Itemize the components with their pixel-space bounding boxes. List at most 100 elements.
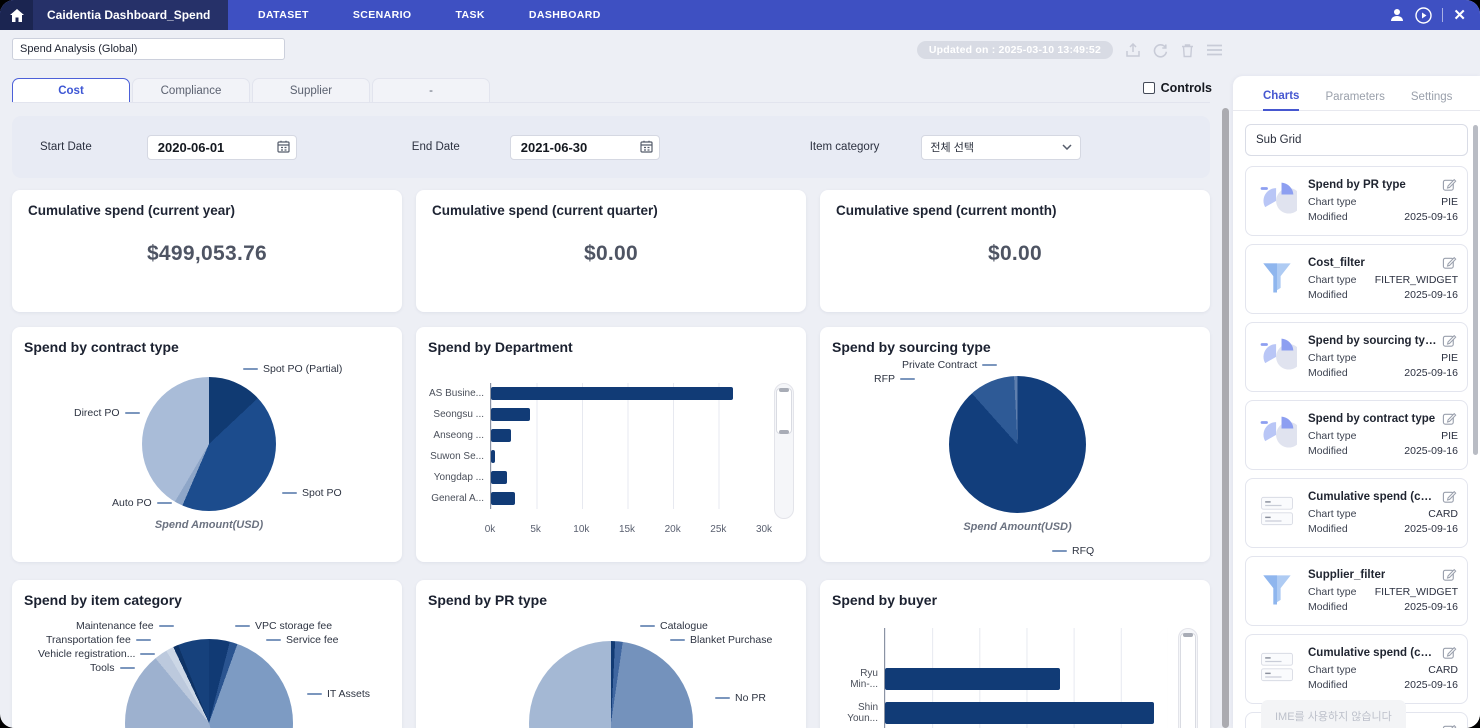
bar-chart-buyer[interactable]: Ryu Min-...Shin Youn... (832, 612, 1198, 728)
leader-line (243, 368, 258, 370)
sidebar-tab-parameters[interactable]: Parameters (1325, 91, 1384, 110)
leader-line (307, 693, 322, 695)
pie-chart-sourcing-type[interactable]: RFQRFPPrivate ContractSpend Amount(USD) (832, 359, 1198, 559)
chart-item-title: Supplier_filter (1308, 569, 1385, 581)
nav-item-dashboard[interactable]: DASHBOARD (515, 9, 615, 21)
chart-type-value: FILTER_WIDGET (1375, 273, 1458, 288)
x-axis-tick: 15k (619, 524, 635, 535)
pie-chart-item-category[interactable]: VPC storage feeService feeIT AssetsTools… (24, 612, 390, 728)
leader-line (640, 625, 655, 627)
chart-title: Spend by PR type (428, 592, 794, 608)
play-icon[interactable] (1415, 7, 1432, 24)
zoom-slider[interactable] (1178, 628, 1198, 728)
edit-icon[interactable] (1442, 411, 1458, 426)
menu-icon[interactable] (1207, 44, 1222, 56)
chart-card-sourcing-type: Spend by sourcing type RFQRFPPrivate Con… (820, 327, 1210, 562)
chart-list-item[interactable]: Cumulative spend (current ...Chart typeC… (1245, 634, 1468, 704)
x-axis-tick: 20k (665, 524, 681, 535)
x-axis-tick: 25k (710, 524, 726, 535)
delete-icon[interactable] (1181, 43, 1194, 58)
bar-plot-area (490, 383, 764, 509)
chart-item-title: Cumulative spend (current ... (1308, 491, 1438, 503)
nav-item-task[interactable]: TASK (441, 9, 498, 21)
chart-list-item[interactable]: Cumulative spend (current ...Chart typeC… (1245, 478, 1468, 548)
edit-icon[interactable] (1442, 177, 1458, 192)
bar-category-label (832, 628, 884, 662)
chart-list-item[interactable]: Spend by sourcing typeChart typePIEModif… (1245, 322, 1468, 392)
divider (1442, 8, 1443, 22)
chart-list-item[interactable]: Spend by PR typeChart typePIEModified202… (1245, 166, 1468, 236)
sidebar-tab-settings[interactable]: Settings (1411, 91, 1453, 110)
chart-list-item[interactable]: Cost_filterChart typeFILTER_WIDGETModifi… (1245, 244, 1468, 314)
edit-icon[interactable] (1442, 333, 1458, 348)
chart-list-item[interactable]: Spend by contract typeChart typePIEModif… (1245, 400, 1468, 470)
bar[interactable] (491, 471, 507, 484)
pie-chart-pr-type[interactable]: CatalogueBlanket PurchaseNo PR (428, 612, 794, 728)
tab-supplier[interactable]: Supplier (252, 78, 370, 102)
chart-item-title: Cumulative spend (current ... (1308, 647, 1438, 659)
slider-handle[interactable] (779, 430, 789, 434)
slider-handle[interactable] (1183, 633, 1193, 637)
chart-list-item[interactable]: Supplier_filterChart typeFILTER_WIDGETMo… (1245, 556, 1468, 626)
nav-menu: DATASET SCENARIO TASK DASHBOARD (228, 0, 615, 30)
chart-item-body: Spend by PR typeChart typePIEModified202… (1308, 177, 1458, 225)
leader-line (120, 667, 135, 669)
bar[interactable] (491, 387, 733, 400)
pie-chart-contract-type[interactable]: Spot PO (Partial)Spot POAuto PODirect PO… (24, 359, 390, 559)
zoom-slider-thumb[interactable] (1180, 633, 1196, 728)
sidebar-tab-charts[interactable]: Charts (1263, 90, 1299, 111)
sidebar-scrollbar[interactable] (1473, 125, 1478, 455)
edit-icon[interactable] (1442, 645, 1458, 660)
item-category-select[interactable]: 전체 선택 (921, 135, 1081, 160)
tab-cost[interactable]: Cost (12, 78, 130, 102)
home-icon (10, 9, 24, 22)
zoom-slider[interactable] (774, 383, 794, 519)
bar[interactable] (885, 702, 1154, 724)
close-icon[interactable]: ✕ (1453, 8, 1466, 23)
bar[interactable] (491, 429, 511, 442)
leader-line (235, 625, 250, 627)
slider-handle[interactable] (779, 388, 789, 392)
axis-caption: Spend Amount(USD) (109, 519, 309, 531)
edit-icon[interactable] (1442, 723, 1458, 728)
main-scrollbar[interactable] (1222, 108, 1229, 728)
controls-toggle[interactable]: Controls (1143, 81, 1212, 95)
calendar-icon[interactable] (640, 140, 653, 153)
chart-type-value: CARD (1428, 507, 1458, 522)
bar[interactable] (885, 668, 1060, 690)
tab-compliance[interactable]: Compliance (132, 78, 250, 102)
end-date-input[interactable] (510, 135, 660, 160)
user-icon[interactable] (1389, 7, 1405, 23)
leader-line (670, 639, 685, 641)
pie-label-text: RFP (874, 373, 895, 385)
bar-category-labels: AS Busine...Seongsu ...Anseong ...Suwon … (428, 383, 490, 509)
edit-icon[interactable] (1442, 489, 1458, 504)
sub-grid-select[interactable]: Sub Grid (1245, 124, 1468, 156)
home-button[interactable] (0, 0, 33, 30)
nav-item-scenario[interactable]: SCENARIO (339, 9, 426, 21)
pie-slice-label: RFQ (1052, 545, 1094, 557)
end-date-label: End Date (412, 141, 460, 153)
tab-dash[interactable]: - (372, 78, 490, 102)
refresh-icon[interactable] (1153, 43, 1168, 58)
edit-icon[interactable] (1442, 255, 1458, 270)
bar-row (885, 696, 1168, 728)
leader-line (715, 697, 730, 699)
item-category-label: Item category (810, 141, 880, 153)
controls-checkbox[interactable] (1143, 82, 1155, 94)
modified-value: 2025-09-16 (1404, 210, 1458, 225)
bar-chart-department[interactable]: AS Busine...Seongsu ...Anseong ...Suwon … (428, 359, 794, 559)
zoom-slider-thumb[interactable] (776, 388, 792, 434)
leader-line (1052, 550, 1067, 552)
chart-title: Spend by sourcing type (832, 339, 1198, 355)
calendar-icon[interactable] (277, 140, 290, 153)
dashboard-name-input[interactable] (12, 38, 285, 60)
bar[interactable] (491, 492, 515, 505)
chart-title: Spend by item category (24, 592, 390, 608)
edit-icon[interactable] (1442, 567, 1458, 582)
nav-item-dataset[interactable]: DATASET (244, 9, 323, 21)
bar[interactable] (491, 408, 530, 421)
bar[interactable] (491, 450, 495, 463)
export-icon[interactable] (1126, 43, 1140, 58)
start-date-input[interactable] (147, 135, 297, 160)
